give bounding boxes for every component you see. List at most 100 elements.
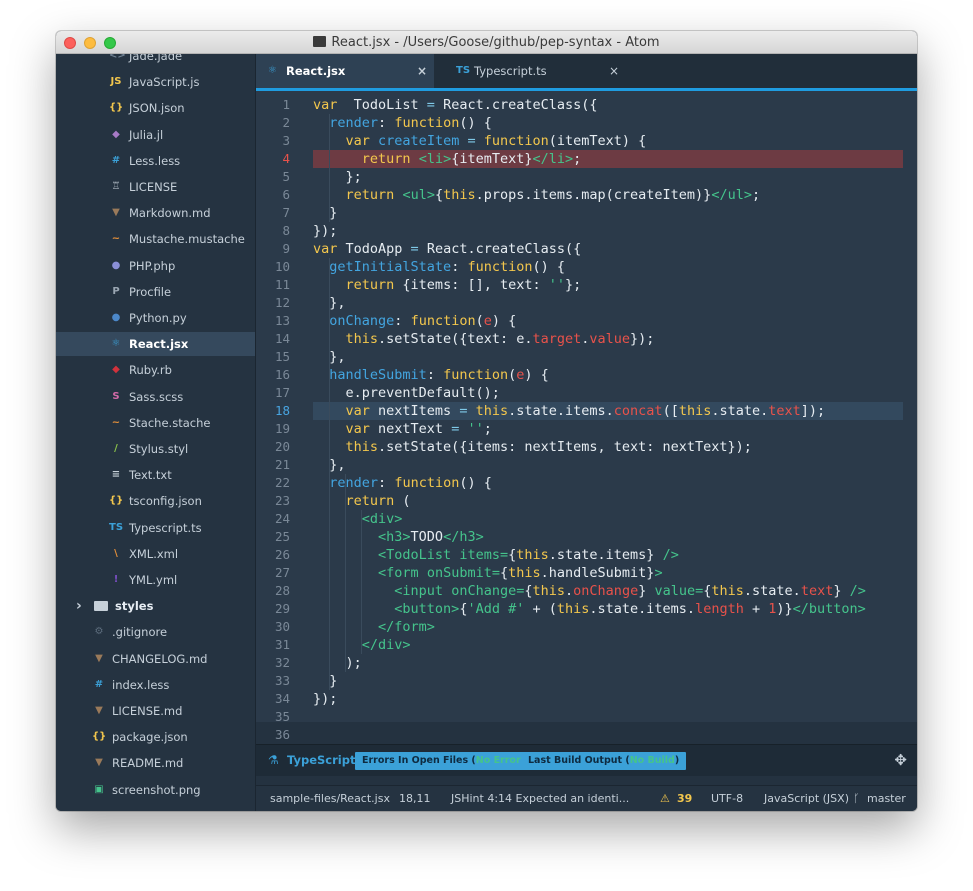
last-build-output-button[interactable]: Last Build Output (No Build) [521, 752, 687, 770]
line-number[interactable]: 29 [250, 600, 290, 618]
line-number[interactable]: 7 [250, 204, 290, 222]
code-token: length [695, 601, 744, 617]
code-token: () { [459, 115, 492, 131]
code-token: </li> [532, 151, 574, 167]
line-number[interactable]: 14 [250, 330, 290, 348]
line-number[interactable]: 8 [250, 222, 290, 240]
tree-file[interactable]: ⚙ .gitignore [56, 620, 255, 644]
tree-file[interactable]: ▼ README.md [56, 751, 255, 775]
tree-file[interactable]: ◆ Ruby.rb [56, 358, 255, 382]
tree-file[interactable]: / Stylus.styl [56, 437, 255, 461]
tree-item-label: styles [115, 599, 154, 614]
chevron-right-icon[interactable]: › [76, 598, 82, 614]
tree-folder[interactable]: › styles [56, 594, 255, 618]
line-number[interactable]: 30 [250, 618, 290, 636]
line-number[interactable]: 28 [250, 582, 290, 600]
line-number[interactable]: 21 [250, 456, 290, 474]
line-number[interactable]: 33 [250, 672, 290, 690]
line-number[interactable]: 6 [250, 186, 290, 204]
tree-file[interactable]: # index.less [56, 673, 255, 697]
line-number[interactable]: 4 [250, 150, 290, 168]
tree-file[interactable]: JS JavaScript.js [56, 70, 255, 94]
code-token: this [443, 187, 476, 203]
code-token: value [589, 331, 631, 347]
close-tab-icon[interactable]: × [609, 54, 619, 88]
tree-file[interactable]: \ XML.xml [56, 542, 255, 566]
status-grammar[interactable]: JavaScript (JSX) [764, 791, 849, 807]
tree-file[interactable]: {} JSON.json [56, 96, 255, 120]
tree-file[interactable]: P Procfile [56, 280, 255, 304]
code-token: ([ [662, 403, 679, 419]
code-token: = [467, 133, 476, 149]
tree-file[interactable]: # Less.less [56, 149, 255, 173]
line-number[interactable]: 26 [250, 546, 290, 564]
code-token: .state.items} [548, 547, 655, 563]
tree-file[interactable]: <> Jade.jade [56, 54, 255, 68]
tree-view: <> Jade.jade JS JavaScript.js {} JSON.json ◆ Ju… [56, 54, 256, 811]
tree-file[interactable]: ● Python.py [56, 306, 255, 330]
tree-file[interactable]: {} tsconfig.json [56, 489, 255, 513]
markdown-icon: ▼ [95, 705, 103, 716]
line-number[interactable]: 32 [250, 654, 290, 672]
line-number[interactable]: 35 [250, 708, 290, 726]
line-number[interactable]: 9 [250, 240, 290, 258]
line-number[interactable]: 24 [250, 510, 290, 528]
tree-file[interactable]: ♖ LICENSE [56, 175, 255, 199]
tab-react-jsx[interactable]: ⚛ React.jsx × [256, 54, 434, 88]
line-number[interactable]: 12 [250, 294, 290, 312]
tree-file[interactable]: ! YML.yml [56, 568, 255, 592]
tree-file[interactable]: TS Typescript.ts [56, 516, 255, 540]
tree-file[interactable]: S Sass.scss [56, 385, 255, 409]
line-number[interactable]: 15 [250, 348, 290, 366]
tree-file[interactable]: ~ Mustache.mustache [56, 227, 255, 251]
line-number[interactable]: 2 [250, 114, 290, 132]
line-number[interactable]: 23 [250, 492, 290, 510]
line-number[interactable]: 27 [250, 564, 290, 582]
close-tab-icon[interactable]: × [417, 54, 427, 88]
maximize-window-button[interactable] [104, 37, 116, 49]
tree-file[interactable]: ≡ Text.txt [56, 463, 255, 487]
markdown-icon: ▼ [95, 652, 103, 664]
line-number[interactable]: 5 [250, 168, 290, 186]
line-number[interactable]: 1 [250, 96, 290, 114]
status-encoding[interactable]: UTF-8 [711, 791, 743, 807]
line-number[interactable]: 31 [250, 636, 290, 654]
tab-typescript-ts[interactable]: TS Typescript.ts × [446, 54, 632, 88]
status-git-branch[interactable]: master [867, 791, 906, 807]
status-bar: sample-files/React.jsx 18,11 JSHint 4:14… [256, 785, 917, 811]
tree-file[interactable]: ⚛ React.jsx [56, 332, 255, 357]
tree-file[interactable]: ~ Stache.stache [56, 411, 255, 435]
tree-file[interactable]: ▼ CHANGELOG.md [56, 647, 255, 671]
line-number[interactable]: 16 [250, 366, 290, 384]
line-number[interactable]: 17 [250, 384, 290, 402]
status-cursor-position[interactable]: 18,11 [399, 791, 431, 807]
code-line: var nextText = ''; [313, 420, 492, 438]
status-lint-message[interactable]: JSHint 4:14 Expected an identi... [451, 791, 629, 807]
tree-file[interactable]: ▼ Markdown.md [56, 201, 255, 225]
errors-in-open-files-button[interactable]: Errors In Open Files (No Errors) [355, 752, 538, 770]
line-number[interactable]: 10 [250, 258, 290, 276]
tree-file[interactable]: ▣ screenshot.png [56, 778, 255, 802]
code-area[interactable]: var TodoList = React.createClass({ rende… [304, 91, 917, 722]
tree-file[interactable]: ● PHP.php [56, 254, 255, 278]
line-number[interactable]: 3 [250, 132, 290, 150]
line-number[interactable]: 36 [250, 726, 290, 744]
line-number[interactable]: 11 [250, 276, 290, 294]
status-warning-count[interactable]: 39 [677, 791, 692, 807]
line-number[interactable]: 25 [250, 528, 290, 546]
line-number[interactable]: 19 [250, 420, 290, 438]
line-number[interactable]: 13 [250, 312, 290, 330]
minimize-window-button[interactable] [84, 37, 96, 49]
close-window-button[interactable] [64, 37, 76, 49]
tree-file[interactable]: ▼ LICENSE.md [56, 699, 255, 723]
move-panel-icon[interactable]: ✥ [894, 751, 907, 769]
line-number[interactable]: 22 [250, 474, 290, 492]
line-number[interactable]: 20 [250, 438, 290, 456]
line-number[interactable]: 18 [250, 402, 290, 420]
tree-file[interactable]: {} package.json [56, 725, 255, 749]
tree-file[interactable]: ◆ Julia.jl [56, 123, 255, 147]
status-file-path[interactable]: sample-files/React.jsx [270, 791, 390, 807]
line-number[interactable]: 34 [250, 690, 290, 708]
